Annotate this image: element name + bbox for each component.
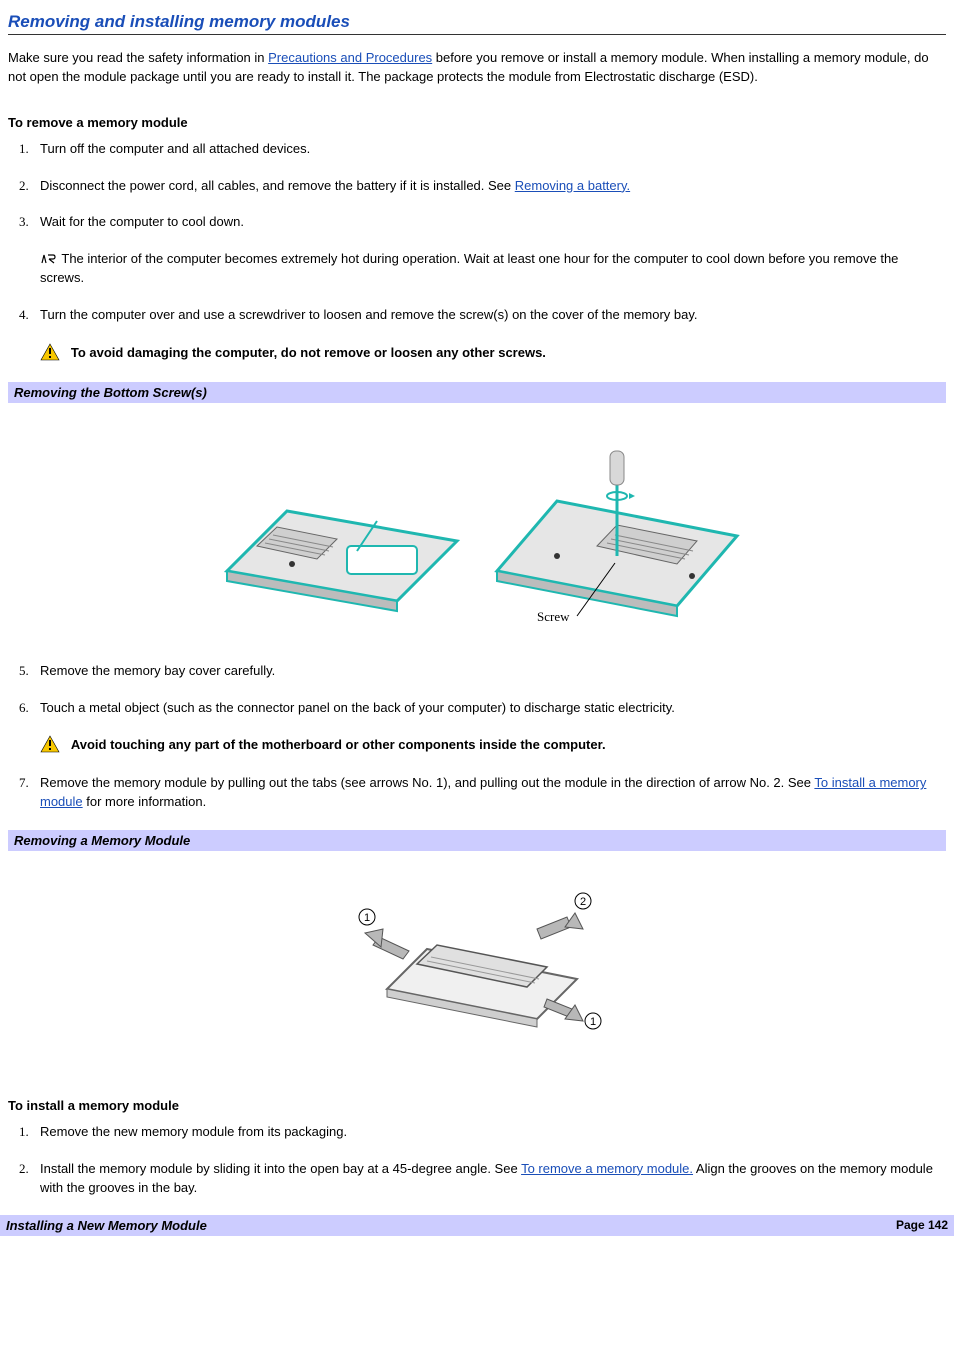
remove-step-5: Remove the memory bay cover carefully. <box>32 662 946 681</box>
remove-step-7: Remove the memory module by pulling out … <box>32 774 946 812</box>
step7-suffix: for more information. <box>83 794 207 809</box>
note-text: The interior of the computer becomes ext… <box>40 251 898 285</box>
intro-text-prefix: Make sure you read the safety informatio… <box>8 50 268 65</box>
figure2-caption: Removing a Memory Module <box>8 830 946 851</box>
screw-warning: To avoid damaging the computer, do not r… <box>40 343 946 364</box>
footer-caption: Installing a New Memory Module <box>6 1218 207 1233</box>
step7-prefix: Remove the memory module by pulling out … <box>40 775 814 790</box>
remove-module-link[interactable]: To remove a memory module. <box>521 1161 693 1176</box>
warning-icon <box>40 343 60 364</box>
install-step-2: Install the memory module by sliding it … <box>32 1160 946 1198</box>
install-step-1: Remove the new memory module from its pa… <box>32 1123 946 1142</box>
warning-icon <box>40 735 60 756</box>
step4-text: Turn the computer over and use a screwdr… <box>40 307 698 322</box>
removing-battery-link[interactable]: Removing a battery. <box>515 178 630 193</box>
footer-bar: Installing a New Memory Module Page 142 <box>0 1215 954 1236</box>
intro-paragraph: Make sure you read the safety informatio… <box>8 49 946 87</box>
note-icon <box>40 250 58 269</box>
svg-text:1: 1 <box>364 912 370 924</box>
figure1-caption: Removing the Bottom Screw(s) <box>8 382 946 403</box>
page-number: Page 142 <box>896 1218 948 1233</box>
screw-label: Screw <box>537 609 570 624</box>
svg-text:1: 1 <box>590 1016 596 1028</box>
remove-steps-list: Turn off the computer and all attached d… <box>32 140 946 364</box>
screw-warning-text: To avoid damaging the computer, do not r… <box>71 345 546 360</box>
motherboard-warning: Avoid touching any part of the motherboa… <box>40 735 946 756</box>
step6-text: Touch a metal object (such as the connec… <box>40 700 675 715</box>
step3-text: Wait for the computer to cool down. <box>40 214 244 229</box>
memory-module-diagram-image: 1 2 1 <box>347 869 607 1039</box>
remove-step-2: Disconnect the power cord, all cables, a… <box>32 177 946 196</box>
remove-steps-list-continued: Remove the memory bay cover carefully. T… <box>32 662 946 812</box>
svg-text:2: 2 <box>580 896 586 908</box>
cool-down-note: The interior of the computer becomes ext… <box>40 250 946 288</box>
title-divider <box>8 34 946 35</box>
install-step2-prefix: Install the memory module by sliding it … <box>40 1161 521 1176</box>
remove-step-3: Wait for the computer to cool down. The … <box>32 213 946 288</box>
install-steps-list: Remove the new memory module from its pa… <box>32 1123 946 1198</box>
remove-heading: To remove a memory module <box>8 115 946 130</box>
precautions-link[interactable]: Precautions and Procedures <box>268 50 432 65</box>
motherboard-warning-text: Avoid touching any part of the motherboa… <box>71 737 606 752</box>
remove-step-1: Turn off the computer and all attached d… <box>32 140 946 159</box>
figure1-area: Screw <box>8 403 946 662</box>
remove-step-4: Turn the computer over and use a screwdr… <box>32 306 946 364</box>
remove-step-6: Touch a metal object (such as the connec… <box>32 699 946 757</box>
page-title: Removing and installing memory modules <box>8 12 946 32</box>
screw-diagram-image: Screw <box>207 421 747 631</box>
figure2-area: 1 2 1 <box>8 851 946 1070</box>
install-heading: To install a memory module <box>8 1098 946 1113</box>
step2-prefix: Disconnect the power cord, all cables, a… <box>40 178 515 193</box>
